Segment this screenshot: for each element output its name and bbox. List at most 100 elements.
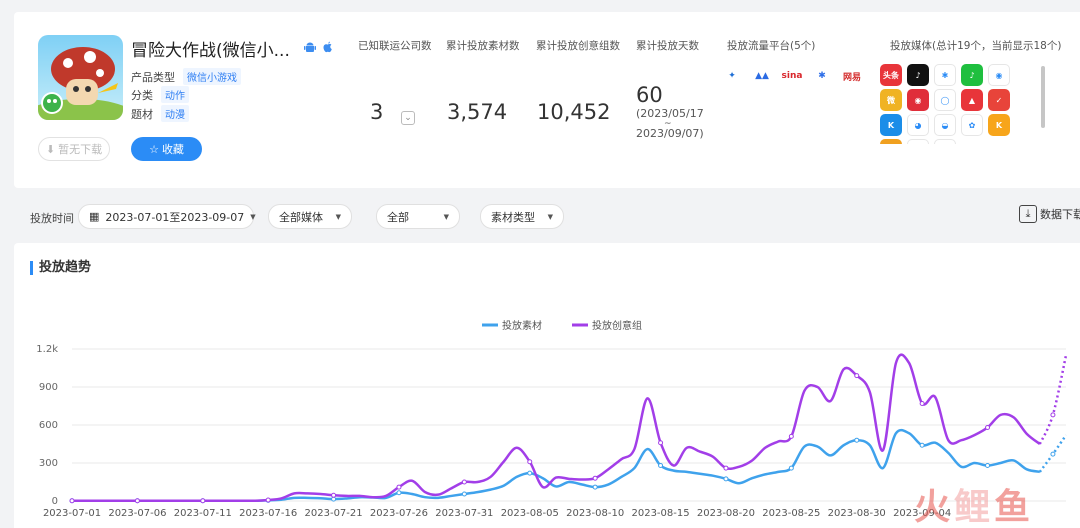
iqiyi-icon[interactable]: ♪ xyxy=(961,64,983,86)
data-point xyxy=(723,465,729,471)
data-point xyxy=(723,476,729,482)
qq-icon[interactable]: ◕ xyxy=(907,114,929,136)
caret-down-icon: ▼ xyxy=(250,212,256,221)
series-forecast-line-2 xyxy=(1038,355,1068,445)
platforms-label: 投放流量平台(5个) xyxy=(727,40,816,52)
sina-icon[interactable]: sina xyxy=(780,66,804,86)
k-app-icon[interactable]: K xyxy=(880,114,902,136)
sign-app-icon[interactable]: ✓ xyxy=(988,89,1010,111)
partial-app-icon[interactable]: • xyxy=(907,139,929,144)
date-range-value: 2023-07-01至2023-09-07 xyxy=(105,210,245,224)
favorite-button[interactable]: ☆ 收藏 xyxy=(131,137,202,161)
y-tick-label: 1.2k xyxy=(36,344,58,355)
platform-list: ✦ ▲▲ sina ✱ 网易 xyxy=(720,66,864,86)
data-point xyxy=(527,470,533,476)
data-point xyxy=(1050,412,1056,418)
ocean-engine-icon[interactable]: ▲▲ xyxy=(750,66,774,86)
gourd-app-icon[interactable]: ✿ xyxy=(961,114,983,136)
all-select-value: 全部 xyxy=(387,210,409,224)
tencent-video-icon[interactable]: ◉ xyxy=(988,64,1010,86)
data-point xyxy=(854,437,860,443)
theme-tag[interactable]: 动漫 xyxy=(161,105,189,122)
data-point xyxy=(985,463,991,469)
baidu-icon[interactable]: ✱ xyxy=(810,66,834,86)
circle-app-icon[interactable]: ◯ xyxy=(934,89,956,111)
x-tick-label: 2023-08-20 xyxy=(697,508,755,519)
download-icon: ⤓ xyxy=(1019,205,1037,223)
legend-label: 投放创意组 xyxy=(592,319,642,332)
section-title: 投放趋势 xyxy=(30,261,91,275)
toutiao-icon[interactable]: 头条 xyxy=(880,64,902,86)
watermark-char-2: 鲤 xyxy=(954,487,995,528)
tencent-ads-icon[interactable]: ✦ xyxy=(720,66,744,86)
location-icon[interactable]: ◉ xyxy=(907,89,929,111)
data-download-button[interactable]: ⤓ 数据下载 xyxy=(1019,205,1080,223)
product-type-tag[interactable]: 微信小游戏 xyxy=(183,68,241,85)
media-select[interactable]: 全部媒体 ▼ xyxy=(268,204,352,229)
qq-browser-icon[interactable]: ◒ xyxy=(934,114,956,136)
days-end: 2023/09/07) xyxy=(636,127,704,140)
media-select-value: 全部媒体 xyxy=(279,210,323,224)
product-type-label: 产品类型 xyxy=(131,71,175,84)
star-icon: ☆ xyxy=(149,142,159,156)
data-point xyxy=(265,497,271,503)
media-scrollbar[interactable] xyxy=(1041,66,1045,128)
creatives-value: 10,452 xyxy=(537,100,611,124)
x-tick-label: 2023-08-30 xyxy=(828,508,886,519)
media-grid: 头条♪✱♪◉微◉◯▲✓K◕◒✿K●•• xyxy=(880,64,1010,144)
weibo-icon[interactable]: 微 xyxy=(880,89,902,111)
y-tick-label: 300 xyxy=(39,458,58,469)
category-label: 分类 xyxy=(131,89,153,102)
x-tick-label: 2023-08-25 xyxy=(762,508,820,519)
partial-app-icon-2[interactable]: • xyxy=(934,139,956,144)
theme-row: 题材 动漫 xyxy=(131,105,189,122)
apple-icon xyxy=(323,41,332,53)
netease-icon[interactable]: 网易 xyxy=(840,66,864,86)
data-point xyxy=(396,484,402,490)
date-range-picker[interactable]: ▦ 2023-07-01至2023-09-07 ▼ xyxy=(78,204,256,229)
all-select[interactable]: 全部 ▼ xyxy=(376,204,460,229)
series-line-2 xyxy=(72,353,1041,503)
data-point xyxy=(788,433,794,439)
data-point xyxy=(658,463,664,469)
download-label: 数据下载 xyxy=(1040,208,1080,221)
x-tick-label: 2023-07-06 xyxy=(108,508,166,519)
days-label: 累计投放天数 xyxy=(636,40,699,52)
no-download-label: 暂无下载 xyxy=(58,143,103,156)
douyin-icon[interactable]: ♪ xyxy=(907,64,929,86)
expand-companies-button[interactable]: ⌄ xyxy=(401,111,415,125)
x-tick-label: 2023-07-26 xyxy=(370,508,428,519)
data-point xyxy=(1050,451,1056,457)
x-tick-label: 2023-07-31 xyxy=(435,508,493,519)
data-point xyxy=(919,400,925,406)
data-point xyxy=(134,498,140,504)
no-download-button[interactable]: ⬇ 暂无下载 xyxy=(38,137,110,161)
os-icons xyxy=(304,41,334,53)
watermark-char-1: 火 xyxy=(914,487,955,528)
days-range: (2023/05/17 ~ 2023/09/07) xyxy=(636,108,704,140)
category-tag[interactable]: 动作 xyxy=(161,86,189,103)
watermark-logo: 火鲤鱼 xyxy=(914,478,1034,528)
x-tick-label: 2023-07-01 xyxy=(43,508,101,519)
caret-down-icon: ▼ xyxy=(443,212,449,221)
theme-label: 题材 xyxy=(131,108,153,121)
chevron-down-icon: ⌄ xyxy=(404,113,412,123)
baidu-paw-icon[interactable]: ✱ xyxy=(934,64,956,86)
x-tick-label: 2023-07-16 xyxy=(239,508,297,519)
orange-app-icon[interactable]: ● xyxy=(880,139,902,144)
app-icon xyxy=(38,35,123,120)
calendar-icon: ▦ xyxy=(89,210,100,223)
materials-value: 3,574 xyxy=(447,100,508,124)
x-tick-label: 2023-07-21 xyxy=(305,508,363,519)
y-tick-label: 900 xyxy=(39,382,58,393)
kuaishou-icon[interactable]: ▲ xyxy=(961,89,983,111)
product-type-row: 产品类型 微信小游戏 xyxy=(131,68,241,85)
data-point xyxy=(331,492,337,498)
kuaidian-icon[interactable]: K xyxy=(988,114,1010,136)
data-point xyxy=(461,479,467,485)
days-value: 60 xyxy=(636,83,663,107)
material-type-select[interactable]: 素材类型 ▼ xyxy=(480,204,564,229)
legend-label: 投放素材 xyxy=(502,319,542,332)
app-name: 冒险大作战(微信小... xyxy=(131,41,290,61)
material-type-value: 素材类型 xyxy=(491,210,535,224)
